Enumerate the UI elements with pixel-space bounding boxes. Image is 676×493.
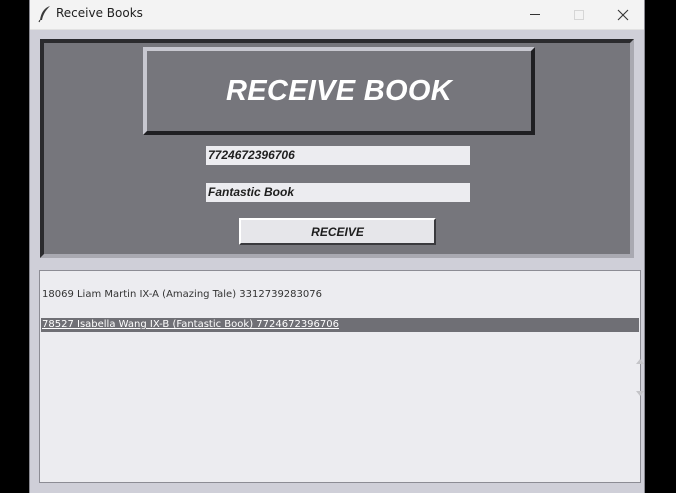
- receive-button[interactable]: RECEIVE: [239, 218, 436, 245]
- scroll-down-arrow-icon[interactable]: [636, 391, 644, 397]
- list-item[interactable]: 18069 Liam Martin IX-A (Amazing Tale) 33…: [41, 288, 639, 302]
- receive-form-frame: RECEIVE BOOK RECEIVE: [40, 39, 634, 258]
- maximize-button[interactable]: [557, 0, 601, 29]
- close-icon: [617, 9, 629, 21]
- heading-box: RECEIVE BOOK: [143, 47, 535, 135]
- feather-icon: [37, 5, 53, 23]
- isbn-field[interactable]: [206, 146, 470, 165]
- title-bar[interactable]: Receive Books: [30, 0, 644, 30]
- minimize-icon: [530, 14, 540, 15]
- close-button[interactable]: [601, 0, 645, 29]
- records-listbox[interactable]: 18069 Liam Martin IX-A (Amazing Tale) 33…: [39, 270, 641, 483]
- maximize-icon: [574, 10, 584, 20]
- list-item-selected[interactable]: 78527 Isabella Wang IX-B (Fantastic Book…: [41, 318, 639, 332]
- page-title: RECEIVE BOOK: [226, 74, 452, 107]
- receive-books-window: Receive Books RECEIVE BOOK RECEIVE 18069…: [29, 0, 645, 493]
- window-title: Receive Books: [56, 6, 143, 20]
- scroll-up-arrow-icon[interactable]: [636, 358, 644, 364]
- book-title-field[interactable]: [206, 183, 470, 202]
- minimize-button[interactable]: [513, 0, 557, 29]
